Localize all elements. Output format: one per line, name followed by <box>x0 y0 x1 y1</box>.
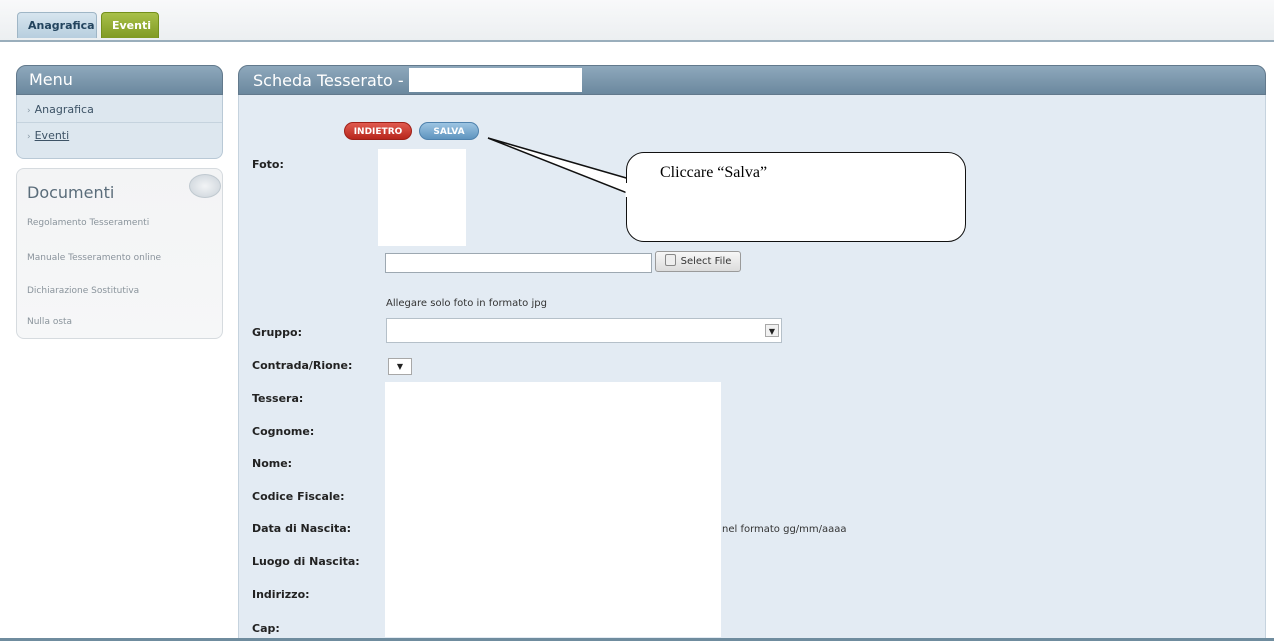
label-data-nascita: Data di Nascita: <box>252 522 352 535</box>
documents-panel: Documenti Regolamento Tesseramenti Manua… <box>16 168 223 339</box>
menu-header: Menu <box>16 65 223 95</box>
label-foto: Foto: <box>252 158 284 171</box>
redacted-fields <box>385 382 721 637</box>
menu-panel: › Anagrafica › Eventi <box>16 95 223 159</box>
redacted-value <box>387 319 751 342</box>
label-cap: Cap: <box>252 622 280 635</box>
document-link-nulla-osta[interactable]: Nulla osta <box>27 317 72 327</box>
menu-item-anagrafica[interactable]: › Anagrafica <box>27 103 94 116</box>
file-icon <box>664 254 676 266</box>
label-codice-fiscale: Codice Fiscale: <box>252 490 345 503</box>
label-gruppo: Gruppo: <box>252 326 302 339</box>
chevron-down-icon[interactable]: ▼ <box>765 324 779 337</box>
contrada-select[interactable]: ▼ <box>388 358 412 375</box>
file-path-input[interactable] <box>385 253 652 273</box>
top-tab-bar: Anagrafica Eventi <box>0 0 1274 42</box>
document-link-dichiarazione[interactable]: Dichiarazione Sostitutiva <box>27 286 139 296</box>
gruppo-select[interactable]: ▼ <box>386 318 782 343</box>
page-title: Scheda Tesserato - <box>253 71 404 90</box>
redacted-name <box>409 68 582 92</box>
menu-title: Menu <box>29 70 73 89</box>
photo-format-hint: Allegare solo foto in formato jpg <box>386 298 547 309</box>
chevron-right-icon: › <box>27 106 31 116</box>
save-button[interactable]: SALVA <box>419 122 479 140</box>
callout-text: Cliccare “Salva” <box>660 164 768 181</box>
photo-preview <box>378 149 466 246</box>
select-file-label: Select File <box>680 256 732 267</box>
menu-item-label: Eventi <box>34 129 70 142</box>
back-button[interactable]: INDIETRO <box>344 122 412 140</box>
chevron-right-icon: › <box>27 132 31 142</box>
top-tab-eventi[interactable]: Eventi <box>101 12 159 38</box>
label-cognome: Cognome: <box>252 425 315 438</box>
speech-bubble-icon <box>189 174 221 198</box>
top-tab-anagrafica[interactable]: Anagrafica <box>17 12 97 38</box>
document-link-regolamento[interactable]: Regolamento Tesseramenti <box>27 218 149 228</box>
main-header: Scheda Tesserato - <box>238 65 1266 95</box>
menu-item-label: Anagrafica <box>34 103 94 116</box>
label-tessera: Tessera: <box>252 392 304 405</box>
label-luogo-nascita: Luogo di Nascita: <box>252 555 360 568</box>
label-contrada: Contrada/Rione: <box>252 359 353 372</box>
document-link-manuale[interactable]: Manuale Tesseramento online <box>27 253 161 263</box>
label-nome: Nome: <box>252 457 293 470</box>
documents-title: Documenti <box>27 183 115 202</box>
menu-item-eventi[interactable]: › Eventi <box>27 129 69 142</box>
menu-divider <box>17 122 222 123</box>
select-file-button[interactable]: Select File <box>655 251 741 272</box>
label-indirizzo: Indirizzo: <box>252 588 310 601</box>
date-format-hint: nel formato gg/mm/aaaa <box>722 524 847 535</box>
